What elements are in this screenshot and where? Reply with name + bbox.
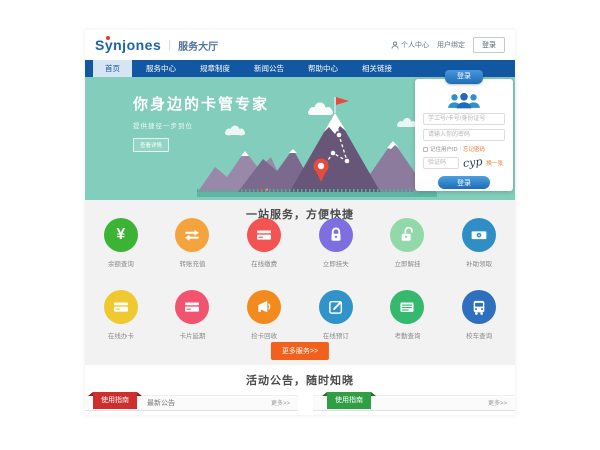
tab-usage-guide[interactable]: 使用指南	[93, 392, 137, 409]
service-transfer-recharge[interactable]: 转账充值	[157, 218, 228, 268]
forgot-password-link[interactable]: 忘记密码	[463, 145, 485, 153]
services-row-1: ¥ 余额查询 转账充值	[85, 218, 515, 268]
service-attendance-inquiry[interactable]: 考勤查询	[372, 290, 443, 340]
services-section: 一站服务，方便快捷 ¥ 余额查询 转账充值	[85, 200, 515, 365]
page: Synjones | 服务大厅 个人中心 用户绑定 登录 首页 服务中心 规章制…	[0, 0, 600, 450]
logo-red-dot-icon	[106, 36, 110, 40]
bank-card-icon	[183, 298, 201, 316]
options-separator: |	[460, 146, 461, 152]
hero-subtitle: 提供捷径一步到位	[133, 120, 269, 130]
service-online-card-apply[interactable]: 在线办卡	[85, 290, 156, 340]
user-icon	[391, 41, 399, 49]
left-more-link[interactable]: 更多>>	[271, 396, 290, 412]
nav-item-home[interactable]: 首页	[93, 60, 132, 77]
personal-center-link[interactable]: 个人中心	[391, 40, 429, 50]
transfer-icon	[183, 226, 201, 244]
announcements-title: 活动公告，随时知晓	[85, 372, 515, 388]
logo-wrap: Synjones | 服务大厅	[95, 30, 218, 60]
login-tab[interactable]: 登录	[445, 70, 483, 84]
unlock-icon	[398, 226, 416, 244]
services-row-2: 在线办卡 卡片延期	[85, 290, 515, 340]
service-cancel-loss[interactable]: 立即解挂	[372, 218, 443, 268]
announcements-left-panel-header: 使用指南 最新公告 更多>>	[85, 395, 298, 411]
more-services-button[interactable]: 更多服务>>	[271, 342, 329, 360]
nav-item-news[interactable]: 新闻公告	[244, 60, 294, 77]
service-online-payment[interactable]: 在线缴费	[229, 218, 300, 268]
bank-card-icon	[112, 298, 130, 316]
captcha-row: cyp 换一张	[423, 156, 505, 169]
hero-title: 你身边的卡管专家	[133, 93, 269, 114]
username-input[interactable]	[423, 113, 505, 125]
users-icon	[445, 92, 483, 109]
remember-checkbox[interactable]	[423, 147, 428, 152]
service-balance-inquiry[interactable]: ¥ 余额查询	[85, 218, 156, 268]
nav-item-help[interactable]: 帮助中心	[298, 60, 348, 77]
logo-divider: |	[168, 39, 171, 51]
service-online-booking[interactable]: 在线预订	[300, 290, 371, 340]
login-options-row: 记住用户ID | 忘记密码	[423, 145, 505, 153]
header-login-button[interactable]: 登录	[473, 37, 505, 53]
attendance-icon	[398, 298, 416, 316]
site-name: 服务大厅	[178, 38, 218, 53]
bus-icon	[470, 298, 488, 316]
tab-latest-announcements[interactable]: 最新公告	[147, 396, 175, 412]
captcha-refresh-link[interactable]: 换一张	[486, 159, 503, 167]
service-found-card-recycle[interactable]: 捡卡回收	[229, 290, 300, 340]
service-report-loss[interactable]: 立即挂失	[300, 218, 371, 268]
logo[interactable]: Synjones	[95, 37, 161, 53]
banknote-icon	[470, 226, 488, 244]
bank-card-icon	[255, 226, 273, 244]
service-card-extension[interactable]: 卡片延期	[157, 290, 228, 340]
lock-icon	[327, 226, 345, 244]
announcements-right-panel-header: 使用指南 更多>>	[313, 395, 515, 411]
remember-label[interactable]: 记住用户ID	[430, 145, 458, 153]
service-subsidy-collection[interactable]: 补助领取	[444, 218, 515, 268]
nav-item-rules[interactable]: 规章制度	[190, 60, 240, 77]
hero-cta-button[interactable]: 查看详情	[133, 138, 169, 152]
right-more-link[interactable]: 更多>>	[488, 396, 507, 412]
nav-item-service-center[interactable]: 服务中心	[136, 60, 186, 77]
yuan-icon: ¥	[116, 227, 125, 243]
hero-text: 你身边的卡管专家 提供捷径一步到位 查看详情	[133, 93, 269, 152]
cloud-icon	[308, 103, 333, 116]
password-input[interactable]	[423, 129, 505, 141]
header: Synjones | 服务大厅 个人中心 用户绑定 登录	[85, 30, 515, 60]
flag-icon	[336, 97, 349, 105]
tab-usage-guide-green[interactable]: 使用指南	[327, 392, 371, 409]
cloud-icon	[397, 118, 416, 127]
user-binding-link[interactable]: 用户绑定	[437, 40, 465, 50]
captcha-image[interactable]: cyp	[462, 155, 483, 170]
service-school-bus-inquiry[interactable]: 校车查询	[444, 290, 515, 340]
header-right: 个人中心 用户绑定 登录	[391, 30, 505, 60]
nav-item-links[interactable]: 相关链接	[352, 60, 402, 77]
megaphone-icon	[255, 298, 273, 316]
edit-icon	[327, 298, 345, 316]
login-panel: 登录 记住用户ID | 忘记密码 cyp 换一张 登录	[415, 79, 513, 191]
captcha-input[interactable]	[423, 157, 459, 169]
login-submit-button[interactable]: 登录	[438, 176, 490, 189]
announcements-section: 活动公告，随时知晓 使用指南 最新公告 更多>> 使用指南 更多>>	[85, 365, 515, 415]
site-content: Synjones | 服务大厅 个人中心 用户绑定 登录 首页 服务中心 规章制…	[85, 30, 515, 415]
